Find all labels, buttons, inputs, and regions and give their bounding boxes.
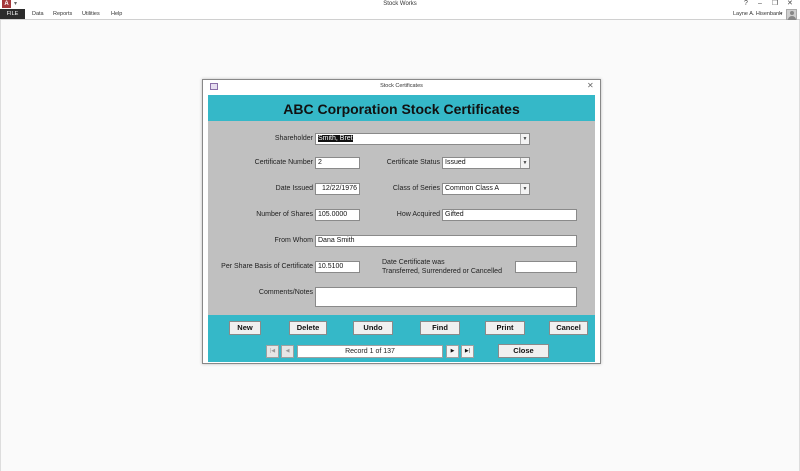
shareholder-label: Shareholder bbox=[274, 135, 313, 142]
form-header: ABC Corporation Stock Certificates bbox=[208, 95, 595, 121]
window-title: Stock Works bbox=[383, 1, 417, 7]
find-button[interactable]: Find bbox=[420, 321, 460, 335]
menu-reports[interactable]: Reports bbox=[53, 9, 72, 19]
previous-record-icon[interactable]: ◀ bbox=[281, 345, 294, 358]
close-icon[interactable]: ✕ bbox=[587, 81, 594, 90]
close-window-icon[interactable]: ✕ bbox=[787, 0, 793, 8]
dialog-titlebar: Stock Certificates ✕ bbox=[203, 80, 600, 94]
print-button[interactable]: Print bbox=[485, 321, 525, 335]
number-of-shares-label: Number of Shares bbox=[256, 211, 313, 218]
from-whom-field[interactable]: Dana Smith bbox=[315, 235, 577, 247]
stock-certificates-dialog: Stock Certificates ✕ ABC Corporation Sto… bbox=[202, 79, 601, 364]
delete-button[interactable]: Delete bbox=[289, 321, 327, 335]
chevron-down-icon[interactable]: ▼ bbox=[520, 158, 529, 168]
comments-label: Comments/Notes bbox=[258, 289, 313, 296]
shareholder-value: Smith, Bret bbox=[318, 135, 353, 142]
window-titlebar: A ▾ Stock Works ? – ❐ ✕ bbox=[0, 0, 800, 9]
menu-file[interactable]: FILE bbox=[0, 9, 25, 19]
class-of-series-value: Common Class A bbox=[445, 185, 500, 192]
help-icon[interactable]: ? bbox=[744, 0, 748, 8]
number-of-shares-field[interactable]: 105.0000 bbox=[315, 209, 360, 221]
comments-field[interactable] bbox=[315, 287, 577, 307]
certificate-number-field[interactable]: 2 bbox=[315, 157, 360, 169]
last-record-icon[interactable]: ▶| bbox=[461, 345, 474, 358]
menu-utilities[interactable]: Utilities bbox=[82, 9, 100, 19]
per-share-basis-field[interactable]: 10.5100 bbox=[315, 261, 360, 273]
certificate-status-combo[interactable]: Issued ▼ bbox=[442, 157, 530, 169]
first-record-icon[interactable]: |◀ bbox=[266, 345, 279, 358]
minimize-icon[interactable]: – bbox=[758, 0, 762, 8]
close-button[interactable]: Close bbox=[498, 344, 549, 358]
menu-help[interactable]: Help bbox=[111, 9, 122, 19]
menu-data[interactable]: Data bbox=[32, 9, 44, 19]
undo-button[interactable]: Undo bbox=[353, 321, 393, 335]
chevron-down-icon[interactable]: ▼ bbox=[520, 184, 529, 194]
form-title: ABC Corporation Stock Certificates bbox=[283, 101, 520, 117]
chevron-down-icon[interactable]: ▼ bbox=[520, 134, 529, 144]
date-transferred-field[interactable] bbox=[515, 261, 577, 273]
restore-icon[interactable]: ❐ bbox=[772, 0, 778, 8]
chevron-down-icon[interactable]: ▾ bbox=[780, 9, 783, 19]
avatar[interactable] bbox=[786, 9, 797, 20]
cancel-button[interactable]: Cancel bbox=[549, 321, 588, 335]
new-button[interactable]: New bbox=[229, 321, 261, 335]
menu-bar: FILE Data Reports Utilities Help Layne A… bbox=[0, 9, 800, 20]
date-issued-field[interactable]: 12/22/1976 bbox=[315, 183, 360, 195]
per-share-basis-label: Per Share Basis of Certificate bbox=[221, 263, 313, 270]
date-transferred-label-line2: Transferred, Surrendered or Cancelled bbox=[382, 268, 502, 275]
date-issued-label: Date Issued bbox=[275, 185, 313, 192]
class-of-series-combo[interactable]: Common Class A ▼ bbox=[442, 183, 530, 195]
how-acquired-field[interactable]: Gifted bbox=[442, 209, 577, 221]
next-record-icon[interactable]: ▶ bbox=[446, 345, 459, 358]
how-acquired-label: How Acquired bbox=[396, 211, 440, 218]
shareholder-combo[interactable]: Smith, Bret ▼ bbox=[315, 133, 530, 145]
form-footer: New Delete Undo Find Print Cancel |◀ ◀ R… bbox=[208, 315, 595, 362]
certificate-number-label: Certificate Number bbox=[254, 159, 313, 166]
dialog-title: Stock Certificates bbox=[380, 83, 423, 89]
certificate-status-label: Certificate Status bbox=[386, 159, 440, 166]
certificate-status-value: Issued bbox=[445, 159, 466, 166]
user-name[interactable]: Layne A. Hisenbank bbox=[733, 9, 782, 19]
date-transferred-label-line1: Date Certificate was bbox=[382, 259, 445, 266]
from-whom-label: From Whom bbox=[274, 237, 314, 244]
form-body: Shareholder Smith, Bret ▼ Certificate Nu… bbox=[208, 121, 595, 315]
class-of-series-label: Class of Series bbox=[392, 185, 440, 192]
record-indicator[interactable]: Record 1 of 137 bbox=[297, 345, 443, 358]
